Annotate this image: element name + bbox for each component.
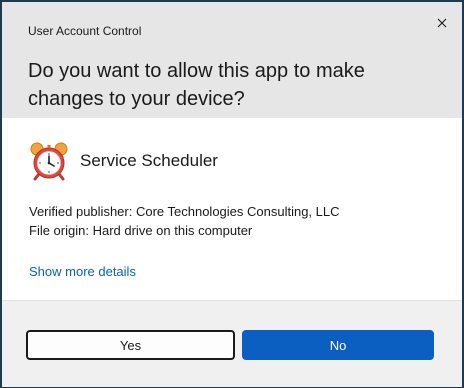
close-icon — [437, 18, 447, 28]
window-title: User Account Control — [28, 24, 142, 38]
dialog-footer: Yes No — [2, 300, 462, 387]
file-origin: File origin: Hard drive on this computer — [29, 223, 253, 238]
show-more-details-link[interactable]: Show more details — [29, 264, 136, 279]
dialog-header: User Account Control Do you want to allo… — [2, 2, 462, 118]
no-button[interactable]: No — [242, 330, 434, 360]
dialog-content: Service Scheduler Verified publisher: Co… — [2, 118, 462, 300]
yes-button[interactable]: Yes — [26, 330, 235, 360]
alarm-clock-icon — [30, 142, 68, 181]
uac-dialog: User Account Control Do you want to allo… — [0, 0, 464, 388]
app-name: Service Scheduler — [80, 151, 218, 170]
prompt-question: Do you want to allow this app to make ch… — [28, 60, 365, 110]
verified-publisher: Verified publisher: Core Technologies Co… — [29, 204, 340, 219]
close-button[interactable] — [428, 11, 456, 35]
